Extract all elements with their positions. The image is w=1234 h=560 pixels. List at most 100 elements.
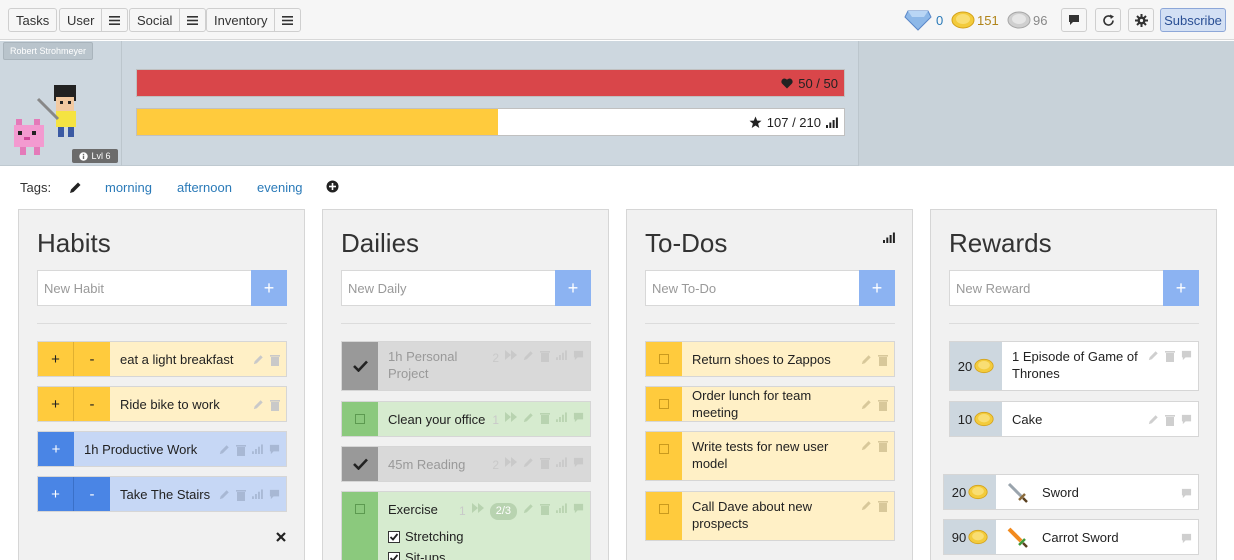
pencil-icon[interactable] bbox=[523, 412, 534, 423]
pencil-icon[interactable] bbox=[861, 399, 872, 410]
trash-icon[interactable] bbox=[270, 399, 280, 411]
add-daily-button[interactable]: + bbox=[555, 270, 591, 306]
pencil-icon[interactable] bbox=[1148, 350, 1159, 361]
comment-icon[interactable] bbox=[1181, 488, 1192, 499]
todo-text[interactable]: Call Dave about new prospects bbox=[692, 498, 861, 534]
checked-box-icon[interactable] bbox=[388, 551, 400, 560]
nav-user-button[interactable]: User bbox=[59, 8, 129, 32]
tag-evening[interactable]: evening bbox=[257, 180, 303, 195]
daily-text[interactable]: Exercise bbox=[388, 501, 459, 520]
new-daily-input[interactable]: New Daily bbox=[341, 270, 556, 306]
health-bar[interactable]: 50 / 50 bbox=[136, 69, 845, 97]
trash-icon[interactable] bbox=[878, 354, 888, 366]
pencil-icon[interactable] bbox=[523, 503, 534, 514]
reward-buy-button[interactable]: 10 bbox=[950, 402, 1002, 436]
trash-icon[interactable] bbox=[540, 412, 550, 424]
nav-inventory-button[interactable]: Inventory bbox=[206, 8, 302, 32]
shop-buy-button[interactable]: 20 bbox=[944, 475, 996, 509]
todo-text[interactable]: Write tests for new user model bbox=[692, 438, 861, 474]
pencil-icon[interactable] bbox=[523, 350, 534, 361]
reward-buy-button[interactable]: 20 bbox=[950, 342, 1002, 390]
comment-icon[interactable] bbox=[269, 489, 280, 500]
trash-icon[interactable] bbox=[540, 457, 550, 469]
todo-checkbox[interactable] bbox=[646, 342, 682, 376]
nav-social-button[interactable]: Social bbox=[129, 8, 207, 32]
pencil-icon[interactable] bbox=[861, 500, 872, 511]
signal-bars-icon[interactable] bbox=[883, 232, 895, 243]
add-habit-button[interactable]: + bbox=[251, 270, 287, 306]
trash-icon[interactable] bbox=[236, 444, 246, 456]
pencil-icon[interactable] bbox=[69, 181, 82, 194]
trash-icon[interactable] bbox=[878, 399, 888, 411]
habit-text[interactable]: Take The Stairs bbox=[120, 486, 219, 503]
comment-icon[interactable] bbox=[1181, 533, 1192, 544]
signal-bars-icon[interactable] bbox=[556, 456, 567, 467]
tag-morning[interactable]: morning bbox=[105, 180, 152, 195]
chat-button[interactable] bbox=[1061, 8, 1087, 32]
add-reward-button[interactable]: + bbox=[1163, 270, 1199, 306]
todo-checkbox[interactable] bbox=[646, 387, 682, 421]
trash-icon[interactable] bbox=[1165, 414, 1175, 426]
habit-plus-button[interactable]: + bbox=[38, 342, 74, 376]
new-todo-input[interactable]: New To-Do bbox=[645, 270, 860, 306]
habit-text[interactable]: eat a light breakfast bbox=[120, 351, 253, 368]
signal-bars-icon[interactable] bbox=[252, 489, 263, 499]
trash-icon[interactable] bbox=[540, 503, 550, 515]
hamburger-icon[interactable] bbox=[101, 9, 127, 31]
pencil-icon[interactable] bbox=[219, 489, 230, 500]
tag-afternoon[interactable]: afternoon bbox=[177, 180, 232, 195]
daily-checkbox[interactable] bbox=[342, 342, 378, 390]
trash-icon[interactable] bbox=[878, 440, 888, 452]
todo-text[interactable]: Order lunch for team meeting bbox=[692, 387, 861, 421]
signal-bars-icon[interactable] bbox=[556, 411, 567, 422]
pencil-icon[interactable] bbox=[861, 440, 872, 451]
habit-minus-button[interactable]: - bbox=[74, 387, 110, 421]
pencil-icon[interactable] bbox=[219, 444, 230, 455]
comment-icon[interactable] bbox=[573, 350, 584, 361]
close-icon[interactable] bbox=[276, 532, 286, 542]
new-reward-input[interactable]: New Reward bbox=[949, 270, 1164, 306]
reward-text[interactable]: Cake bbox=[1012, 411, 1148, 428]
pencil-icon[interactable] bbox=[523, 457, 534, 468]
comment-icon[interactable] bbox=[573, 503, 584, 514]
habit-plus-button[interactable]: + bbox=[38, 477, 74, 511]
settings-button[interactable] bbox=[1128, 8, 1154, 32]
hamburger-icon[interactable] bbox=[179, 9, 205, 31]
hamburger-icon[interactable] bbox=[274, 9, 300, 31]
shop-item-text[interactable]: Carrot Sword bbox=[1042, 529, 1181, 546]
reward-text[interactable]: 1 Episode of Game of Thrones bbox=[1012, 348, 1148, 384]
habit-minus-button[interactable]: - bbox=[74, 477, 110, 511]
signal-bars-icon[interactable] bbox=[252, 444, 263, 454]
signal-bars-icon[interactable] bbox=[556, 350, 567, 360]
checklist-item[interactable]: Sit-ups bbox=[388, 549, 584, 560]
trash-icon[interactable] bbox=[236, 489, 246, 501]
checked-box-icon[interactable] bbox=[388, 530, 400, 543]
trash-icon[interactable] bbox=[878, 500, 888, 512]
daily-text[interactable]: Clean your office bbox=[388, 411, 492, 428]
trash-icon[interactable] bbox=[1165, 350, 1175, 362]
comment-icon[interactable] bbox=[1181, 350, 1192, 361]
todo-text[interactable]: Return shoes to Zappos bbox=[692, 351, 861, 368]
checklist-progress-badge[interactable]: 2/3 bbox=[489, 503, 517, 520]
daily-checkbox[interactable] bbox=[342, 402, 378, 436]
pencil-icon[interactable] bbox=[1148, 414, 1159, 425]
comment-icon[interactable] bbox=[269, 444, 280, 455]
checklist-item[interactable]: Stretching bbox=[388, 528, 584, 545]
signal-bars-icon[interactable] bbox=[556, 503, 567, 513]
trash-icon[interactable] bbox=[540, 350, 550, 362]
daily-checkbox[interactable] bbox=[342, 447, 378, 481]
experience-bar[interactable]: 107 / 210 bbox=[136, 108, 845, 136]
habit-plus-button[interactable]: + bbox=[38, 432, 74, 466]
comment-icon[interactable] bbox=[573, 412, 584, 423]
todo-checkbox[interactable] bbox=[646, 432, 682, 480]
pencil-icon[interactable] bbox=[253, 399, 264, 410]
shop-buy-button[interactable]: 90 bbox=[944, 520, 996, 554]
comment-icon[interactable] bbox=[1181, 414, 1192, 425]
habit-text[interactable]: 1h Productive Work bbox=[84, 441, 219, 458]
add-tag-icon[interactable] bbox=[326, 180, 339, 193]
daily-text[interactable]: 1h Personal Project bbox=[388, 348, 492, 384]
pencil-icon[interactable] bbox=[253, 354, 264, 365]
daily-text[interactable]: 45m Reading bbox=[388, 456, 492, 473]
pencil-icon[interactable] bbox=[861, 354, 872, 365]
trash-icon[interactable] bbox=[270, 354, 280, 366]
